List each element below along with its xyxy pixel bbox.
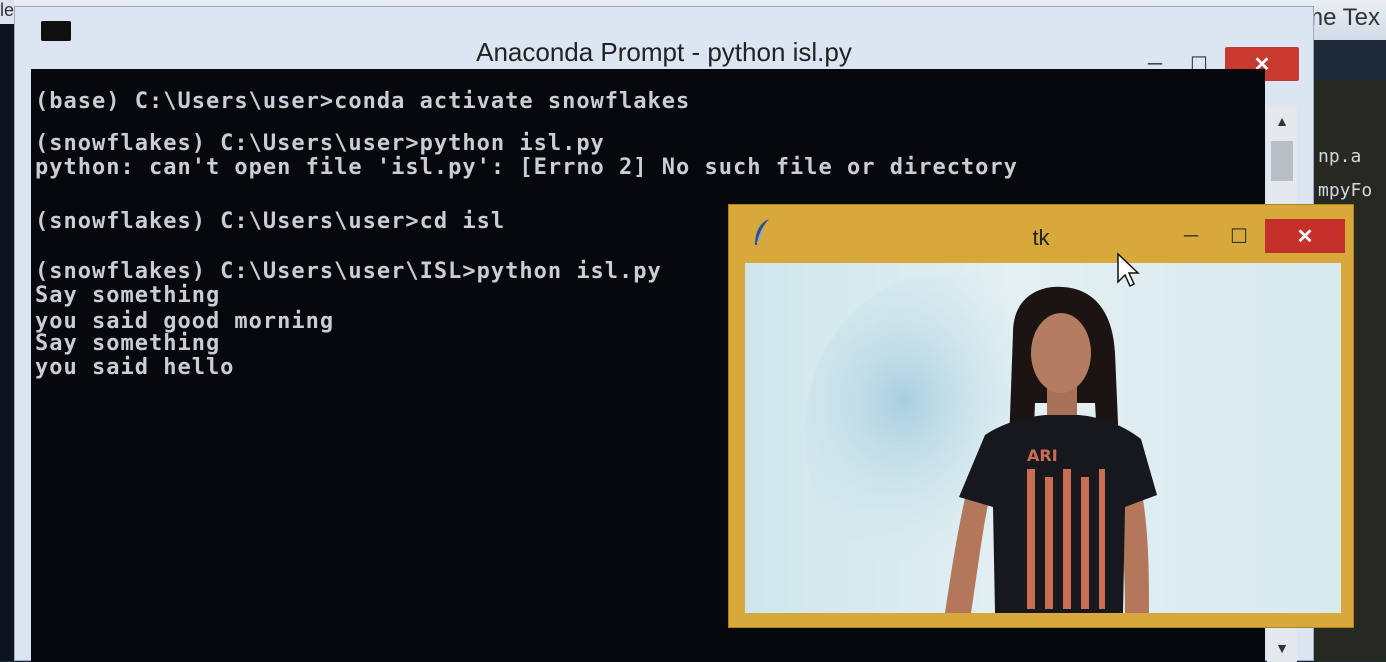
console-window-title: Anaconda Prompt - python isl.py [476, 37, 852, 67]
webcam-feed: ARI [745, 263, 1341, 613]
terminal-line: (snowflakes) C:\Users\user>cd isl [35, 209, 506, 234]
terminal-line: python: can't open file 'isl.py': [Errno… [35, 155, 1018, 180]
scroll-thumb[interactable] [1271, 141, 1293, 181]
terminal-line: (snowflakes) C:\Users\user>python isl.py [35, 131, 605, 156]
svg-text:ARI: ARI [1027, 446, 1058, 465]
tk-maximize-button[interactable]: ☐ [1217, 219, 1261, 253]
tk-window[interactable]: tk ─ ☐ ✕ ARI [728, 204, 1354, 628]
terminal-line: Say something [35, 331, 221, 356]
terminal-line: (base) C:\Users\user>conda activate snow… [35, 89, 691, 114]
desktop-edge [0, 24, 14, 661]
background-window-edge: le [0, 0, 14, 24]
code-line: np.a [1318, 146, 1362, 167]
person-image: ARI [805, 273, 1157, 613]
tk-close-button[interactable]: ✕ [1265, 219, 1345, 253]
code-line: mpyFo [1318, 180, 1373, 201]
terminal-line: you said hello [35, 355, 235, 380]
terminal-line: Say something [35, 283, 221, 308]
terminal-line: (snowflakes) C:\Users\user\ISL>python is… [35, 259, 662, 284]
scroll-down-arrow-icon[interactable]: ▼ [1267, 634, 1297, 662]
mouse-cursor-icon [1117, 252, 1140, 288]
tk-minimize-button[interactable]: ─ [1169, 219, 1213, 253]
scroll-up-arrow-icon[interactable]: ▲ [1267, 107, 1297, 135]
